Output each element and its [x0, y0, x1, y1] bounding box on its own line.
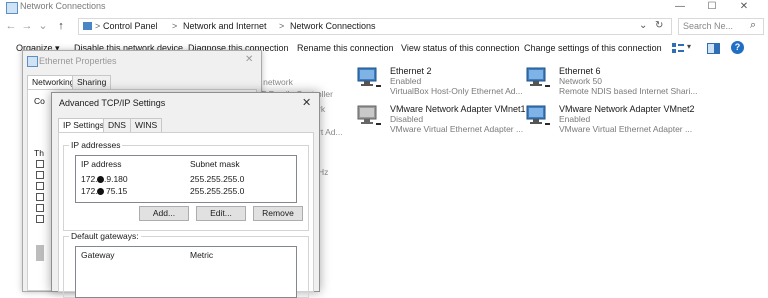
preview-pane-icon[interactable] [707, 43, 720, 54]
ip-settings-panel: IP addresses IP address Subnet mask 172.… [58, 132, 314, 298]
up-button[interactable]: ↑ [54, 19, 68, 33]
gateway-list[interactable]: Gateway Metric [75, 246, 297, 298]
ip-row[interactable]: 172. .9.180 255.255.255.0 [76, 174, 296, 185]
tab-ip-settings[interactable]: IP Settings [58, 118, 109, 133]
breadcrumb-separator: > [279, 21, 285, 31]
column-header-ip[interactable]: IP address [81, 159, 121, 169]
breadcrumb-separator: > [95, 21, 101, 31]
add-ip-button[interactable]: Add... [139, 206, 189, 221]
tab-sharing[interactable]: Sharing [72, 75, 112, 89]
ethernet-icon [27, 56, 38, 67]
ip-prefix: 172. [81, 186, 98, 196]
view-status-button[interactable]: View status of this connection [401, 43, 519, 53]
advanced-tabs: IP Settings DNS WINS [58, 118, 318, 133]
tab-wins[interactable]: WINS [130, 118, 163, 132]
search-input[interactable]: Search Ne... ⌕ [678, 18, 764, 35]
network-adapter-icon [526, 105, 550, 125]
adapter-status: Network 50 [559, 76, 602, 86]
view-options-icon[interactable] [672, 43, 684, 53]
minimize-button[interactable]: — [664, 0, 696, 14]
dialog-close-button[interactable]: ✕ [245, 54, 253, 65]
adapter-description: Remote NDIS based Internet Shari... [559, 86, 698, 96]
remove-ip-button[interactable]: Remove [253, 206, 303, 221]
adapter-name: Ethernet 2 [390, 66, 432, 76]
column-header-metric[interactable]: Metric [190, 250, 213, 260]
network-adapter-disabled-icon [357, 105, 381, 125]
breadcrumb-separator: > [172, 21, 178, 31]
adapter-name: Ethernet 6 [559, 66, 601, 76]
subnet-mask: 255.255.255.0 [190, 186, 245, 196]
connect-using-label: Co [34, 96, 45, 106]
title-bar: Network Connections — ☐ ✕ [0, 0, 768, 16]
component-checkboxes[interactable] [36, 160, 44, 240]
search-icon[interactable]: ⌕ [750, 19, 756, 32]
subnet-mask: 255.255.255.0 [190, 174, 245, 184]
control-panel-icon [83, 22, 92, 30]
address-field[interactable]: > Control Panel > Network and Internet >… [78, 18, 672, 35]
adapter-vmnet2[interactable]: VMware Network Adapter VMnet2 Enabled VM… [525, 104, 695, 134]
dialog-title: Ethernet Properties [39, 56, 117, 66]
column-header-subnet[interactable]: Subnet mask [190, 159, 240, 169]
ip-address-list[interactable]: IP address Subnet mask 172. .9.180 255.2… [75, 155, 297, 203]
network-connections-icon [6, 2, 18, 14]
close-button[interactable]: ✕ [728, 0, 760, 14]
background-text: rt Ad... [318, 127, 343, 137]
view-dropdown-icon[interactable]: ▾ [687, 42, 691, 51]
dialog-title: Advanced TCP/IP Settings [59, 98, 166, 108]
ip-prefix: 172. [81, 174, 98, 184]
adapter-description: VMware Virtual Ethernet Adapter ... [390, 124, 524, 134]
default-gateways-label: Default gateways: [69, 231, 141, 241]
edit-ip-button[interactable]: Edit... [196, 206, 246, 221]
breadcrumb-network-internet[interactable]: Network and Internet [183, 21, 267, 31]
change-settings-button[interactable]: Change settings of this connection [524, 43, 662, 53]
breadcrumb-network-connections[interactable]: Network Connections [290, 21, 376, 31]
forward-button[interactable]: → [20, 19, 34, 33]
adapter-status: Enabled [390, 76, 422, 86]
breadcrumb-control-panel[interactable]: Control Panel [103, 21, 158, 31]
help-icon[interactable]: ? [731, 41, 744, 54]
adapter-name: VMware Network Adapter VMnet1 [390, 104, 526, 114]
refresh-button[interactable]: ↻ [655, 20, 663, 31]
back-button[interactable]: ← [4, 19, 18, 33]
adapter-status: Enabled [559, 114, 591, 124]
network-adapter-icon [357, 67, 381, 87]
column-header-gateway[interactable]: Gateway [81, 250, 115, 260]
search-placeholder: Search Ne... [683, 21, 734, 31]
adapter-ethernet-2[interactable]: Ethernet 2 Enabled VirtualBox Host-Only … [356, 66, 524, 96]
items-label: Th [34, 148, 44, 158]
adapter-status: Disabled [390, 114, 424, 124]
recent-locations-button[interactable]: ⌄ [36, 19, 50, 33]
adapter-name: VMware Network Adapter VMnet2 [559, 104, 695, 114]
adapter-description: VirtualBox Host-Only Ethernet Ad... [390, 86, 523, 96]
address-dropdown-button[interactable]: ⌄ [639, 20, 647, 31]
ip-suffix: .9.180 [104, 174, 128, 184]
window-title: Network Connections [20, 1, 106, 11]
redaction-dot [97, 188, 104, 195]
network-adapter-icon [526, 67, 550, 87]
ip-addresses-label: IP addresses [69, 140, 123, 150]
rename-button[interactable]: Rename this connection [297, 43, 394, 53]
dialog-close-button[interactable]: ✕ [302, 96, 311, 109]
ip-row[interactable]: 172. 75.15 255.255.255.0 [76, 186, 296, 197]
maximize-button[interactable]: ☐ [696, 0, 728, 14]
adapter-description: VMware Virtual Ethernet Adapter ... [559, 124, 693, 134]
redaction-dot [97, 176, 104, 183]
ip-suffix: 75.15 [106, 186, 128, 196]
advanced-tcpip-dialog: Advanced TCP/IP Settings ✕ IP Settings D… [51, 92, 320, 298]
adapter-ethernet-6[interactable]: Ethernet 6 Network 50 Remote NDIS based … [525, 66, 697, 96]
adapter-vmnet1[interactable]: VMware Network Adapter VMnet1 Disabled V… [356, 104, 526, 134]
address-bar: ← → ⌄ ↑ > Control Panel > Network and In… [0, 16, 768, 36]
tab-dns[interactable]: DNS [103, 118, 131, 132]
install-button[interactable] [36, 245, 44, 261]
